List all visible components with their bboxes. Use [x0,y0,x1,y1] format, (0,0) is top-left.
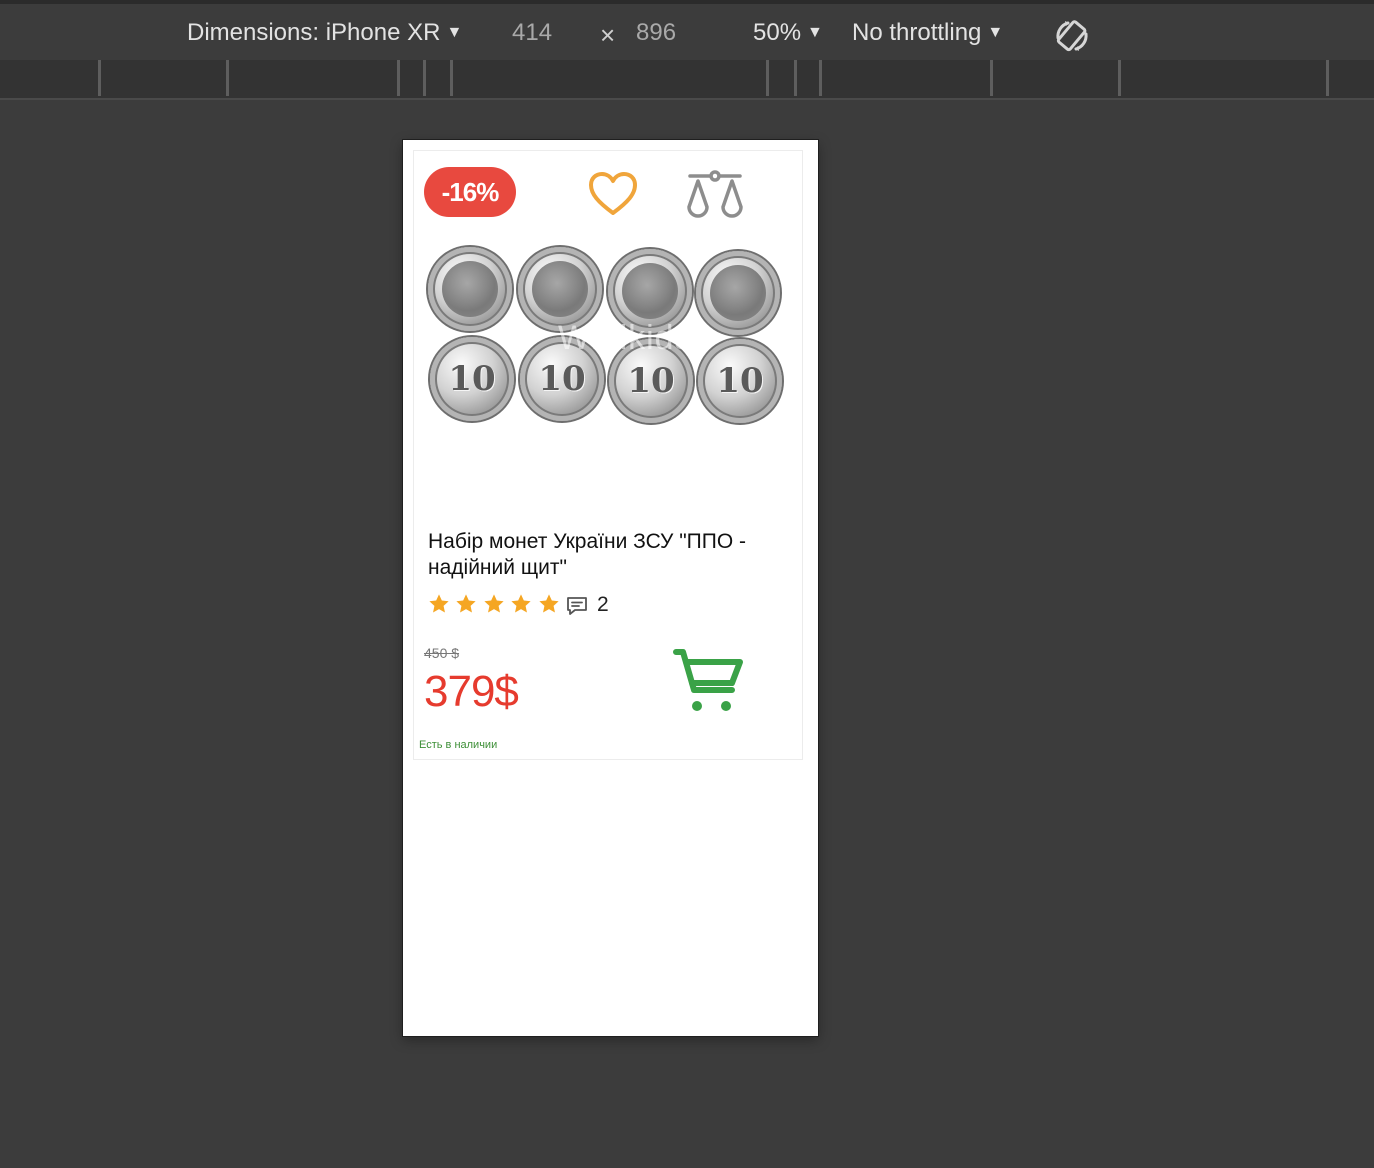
image-watermark: Wildkids [558,319,693,357]
devtools-toolbar: Dimensions: iPhone XR ▼ 414 × 896 50% ▼ No… [0,0,1374,60]
current-price: 379$ [424,667,519,716]
throttling-dropdown[interactable]: No throttling ▼ [852,18,1003,48]
media-query-marker[interactable] [794,60,797,96]
media-query-marker[interactable] [1326,60,1329,96]
media-query-marker[interactable] [1118,60,1121,96]
caret-down-icon: ▼ [807,24,823,41]
coin-image: 10 [698,339,782,423]
media-query-marker[interactable] [397,60,400,96]
star-icon [539,594,559,613]
throttling-label: No throttling [852,19,982,46]
device-viewport: -16% 10 10 10 10 Wildkids Набір монет Ук… [403,140,818,1036]
product-title[interactable]: Набір монет України ЗСУ "ППО - надійний … [428,529,788,581]
width-input[interactable]: 414 [512,18,552,48]
heart-icon[interactable] [588,171,638,217]
zoom-dropdown[interactable]: 50% ▼ [753,18,823,48]
media-query-bar[interactable] [0,60,1374,100]
product-image[interactable]: 10 10 10 10 Wildkids [428,247,788,427]
cart-icon[interactable] [672,647,746,715]
star-icon [429,594,449,613]
stock-status: Есть в наличии [419,739,498,751]
star-icon [484,594,504,613]
comment-icon[interactable] [566,595,588,617]
media-query-marker[interactable] [423,60,426,96]
caret-down-icon: ▼ [446,24,463,41]
star-icon [456,594,477,613]
media-query-marker[interactable] [819,60,822,96]
coin-image [428,247,512,331]
product-card[interactable]: -16% 10 10 10 10 Wildkids Набір монет Ук… [413,150,803,760]
scales-icon[interactable] [684,169,746,221]
caret-down-icon: ▼ [987,24,1004,41]
coin-image: 10 [430,337,514,421]
media-query-marker[interactable] [990,60,993,96]
comments-count[interactable]: 2 [597,593,609,617]
zoom-label: 50% [753,19,802,46]
media-query-marker[interactable] [226,60,229,96]
device-dimensions-dropdown[interactable]: Dimensions: iPhone XR ▼ [187,18,462,48]
coin-image [696,251,780,335]
rotate-device-icon[interactable] [1052,16,1092,56]
media-query-marker[interactable] [766,60,769,96]
height-input[interactable]: 896 [636,18,676,48]
times-icon: × [600,20,616,50]
device-dimensions-label: Dimensions: iPhone XR [187,19,441,46]
star-icon [511,594,531,613]
discount-badge: -16% [424,167,516,217]
media-query-marker[interactable] [450,60,453,96]
rating-stars [428,593,561,619]
old-price: 450 $ [424,645,460,661]
media-query-marker[interactable] [98,60,101,96]
